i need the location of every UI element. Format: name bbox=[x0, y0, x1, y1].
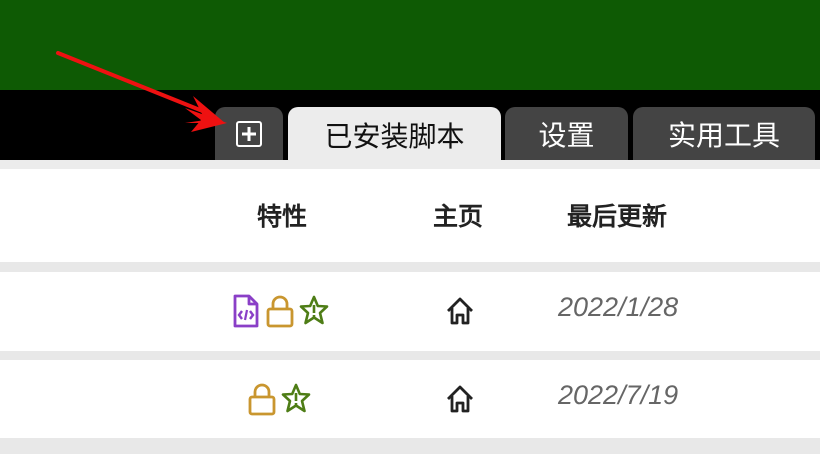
row-divider bbox=[0, 351, 820, 360]
row-divider bbox=[0, 262, 820, 272]
tab-settings[interactable]: 设置 bbox=[505, 107, 628, 160]
tab-installed-scripts[interactable]: 已安装脚本 bbox=[288, 107, 501, 163]
plus-square-icon bbox=[236, 120, 262, 147]
tab-add-script[interactable] bbox=[215, 107, 283, 160]
tab-underband bbox=[0, 160, 820, 169]
feature-icons bbox=[247, 382, 311, 416]
header-band bbox=[0, 0, 820, 90]
tab-utilities[interactable]: 实用工具 bbox=[633, 107, 815, 160]
star-alert-icon[interactable] bbox=[281, 382, 311, 416]
lock-icon[interactable] bbox=[265, 294, 295, 328]
table-row[interactable]: 2022/7/19 bbox=[0, 360, 820, 440]
last-updated-date: 2022/1/28 bbox=[558, 292, 679, 322]
row-divider bbox=[0, 438, 820, 454]
file-code-icon[interactable] bbox=[231, 294, 261, 328]
last-updated-date: 2022/7/19 bbox=[558, 380, 679, 410]
table-row[interactable]: 2022/1/28 bbox=[0, 272, 820, 352]
home-icon[interactable] bbox=[445, 294, 475, 328]
column-header-features[interactable]: 特性 bbox=[257, 197, 307, 233]
feature-icons bbox=[231, 294, 329, 328]
column-header-last-updated[interactable]: 最后更新 bbox=[567, 197, 667, 233]
star-alert-icon[interactable] bbox=[299, 294, 329, 328]
home-icon[interactable] bbox=[445, 382, 475, 416]
column-header-homepage[interactable]: 主页 bbox=[433, 197, 483, 233]
lock-icon[interactable] bbox=[247, 382, 277, 416]
